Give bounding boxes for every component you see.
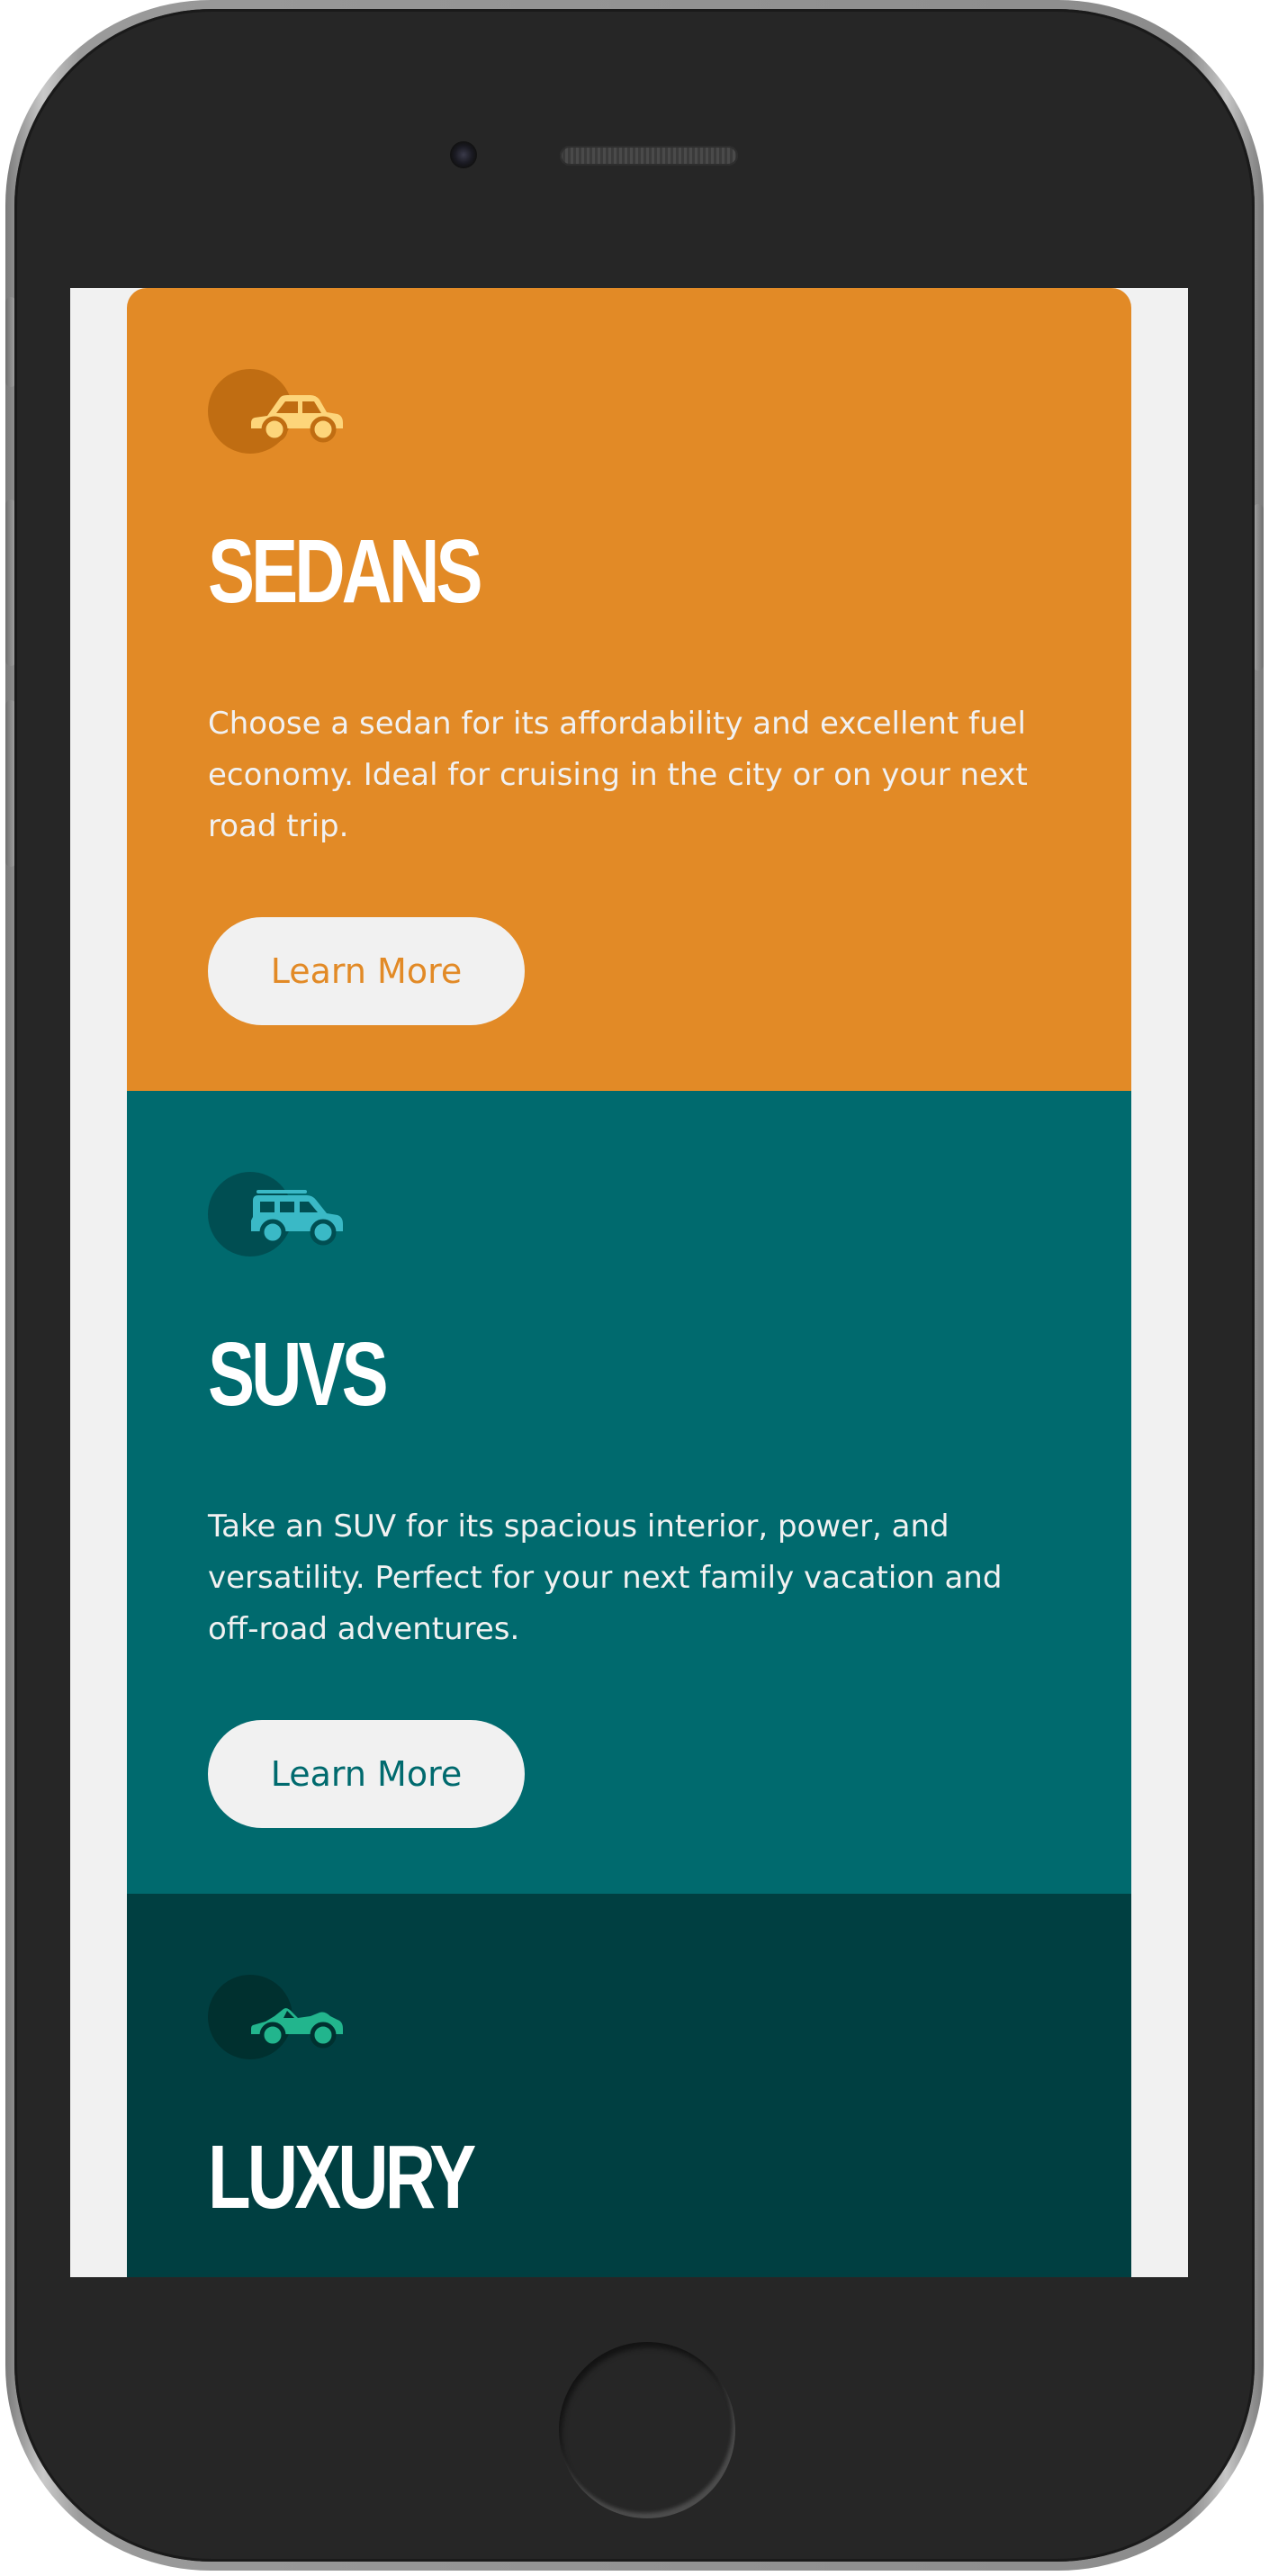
sedan-car-icon [208, 369, 343, 455]
card-description: Take an SUV for its spacious interior, p… [208, 1509, 1003, 1647]
card-sedans: SEDANS Choose a sedan for its affordabil… [127, 288, 1131, 1091]
card-suvs: SUVS Take an SUV for its spacious interi… [127, 1091, 1131, 1894]
card-title: SEDANS [208, 521, 483, 622]
card-description: Choose a sedan for its affordability and… [208, 706, 1028, 844]
card-stack: SEDANS Choose a sedan for its affordabil… [127, 288, 1131, 2277]
learn-more-button-sedans[interactable]: Learn More [208, 917, 525, 1025]
home-button [559, 2342, 735, 2518]
front-camera [450, 141, 477, 168]
earpiece-speaker [560, 146, 738, 166]
card-luxury: LUXURY [127, 1894, 1131, 2277]
card-title: SUVS [208, 1324, 389, 1425]
card-title: LUXURY [208, 2127, 476, 2228]
screen: SEDANS Choose a sedan for its affordabil… [70, 288, 1188, 2277]
suv-car-icon [208, 1172, 343, 1258]
learn-more-button-suvs[interactable]: Learn More [208, 1720, 525, 1828]
luxury-car-icon [208, 1975, 343, 2061]
